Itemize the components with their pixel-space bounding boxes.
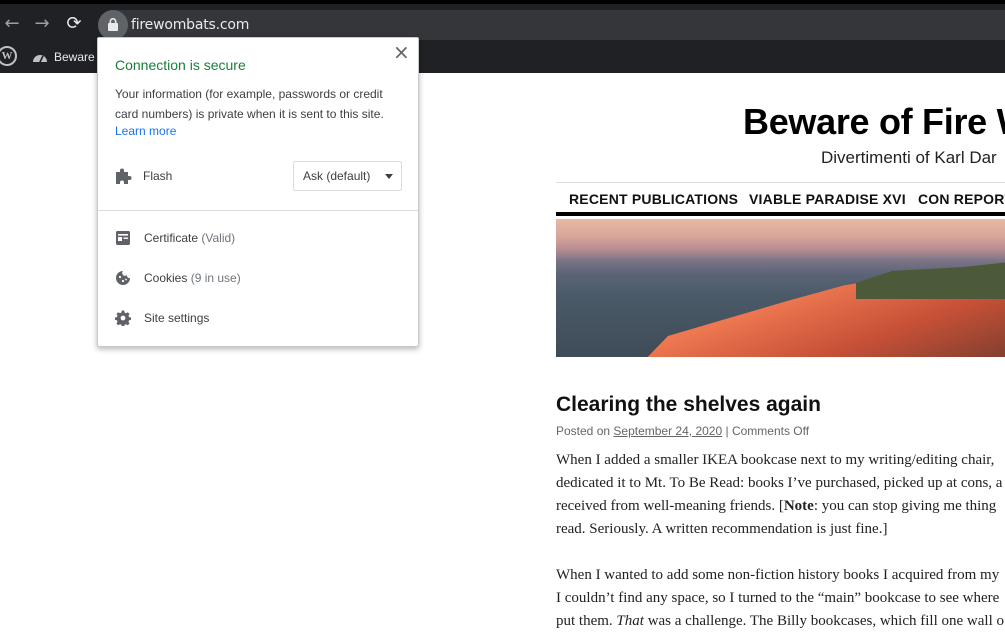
site-settings-label: Site settings bbox=[144, 311, 210, 325]
certificate-row[interactable]: Certificate (Valid) bbox=[98, 227, 418, 251]
site-tagline: Divertimenti of Karl Dar bbox=[821, 148, 997, 167]
body-line: When I wanted to add some non-fiction hi… bbox=[556, 567, 1000, 583]
post-title[interactable]: Clearing the shelves again bbox=[556, 393, 821, 417]
body-text: was a challenge. The Billy bookcases, wh… bbox=[643, 613, 1004, 629]
connection-description: Your information (for example, passwords… bbox=[115, 87, 384, 121]
body-italic: That bbox=[616, 613, 644, 629]
bookmark-label: Beware bbox=[54, 50, 95, 64]
url-text[interactable]: firewombats.com bbox=[131, 17, 249, 33]
body-text: put them. bbox=[556, 613, 617, 629]
flash-permission-select[interactable]: Ask (default) bbox=[293, 161, 402, 191]
body-line: When I added a smaller IKEA bookcase nex… bbox=[556, 452, 995, 468]
forward-arrow-icon: → bbox=[34, 13, 50, 34]
body-line: received from well-meaning friends. [Not… bbox=[556, 495, 1005, 518]
wordpress-icon[interactable]: W bbox=[0, 46, 17, 66]
certificate-status: (Valid) bbox=[201, 231, 236, 245]
body-line: put them. That was a challenge. The Bill… bbox=[556, 610, 1005, 633]
puzzle-icon bbox=[116, 168, 132, 184]
site-settings-row[interactable]: Site settings bbox=[98, 307, 418, 331]
post-comments-status: Comments Off bbox=[731, 424, 810, 438]
body-text: received from well-meaning friends. [ bbox=[556, 498, 784, 514]
lock-icon bbox=[108, 18, 118, 31]
close-icon: × bbox=[393, 40, 410, 64]
connection-status-heading: Connection is secure bbox=[115, 57, 246, 73]
chevron-down-icon bbox=[385, 174, 393, 179]
reload-button[interactable]: ⟳ bbox=[62, 12, 86, 36]
post-meta: Posted on September 24, 2020 | Comments … bbox=[556, 424, 809, 438]
bookmark-beware[interactable]: Beware bbox=[32, 47, 95, 67]
header-image bbox=[556, 219, 1005, 357]
horizon bbox=[556, 257, 1005, 258]
reload-icon: ⟳ bbox=[66, 13, 82, 34]
certificate-text: Certificate bbox=[144, 231, 199, 245]
menu-item-con-report[interactable]: CON REPORT bbox=[918, 191, 1005, 207]
certificate-label: Certificate (Valid) bbox=[144, 231, 235, 245]
permission-row-flash: Flash Ask (default) bbox=[98, 161, 418, 193]
back-arrow-icon: ← bbox=[4, 13, 20, 34]
select-value: Ask (default) bbox=[303, 169, 371, 183]
dashboard-icon bbox=[33, 55, 47, 63]
divider bbox=[98, 210, 418, 211]
site-title[interactable]: Beware of Fire W bbox=[743, 101, 1005, 143]
cliff-vegetation bbox=[856, 259, 1005, 299]
address-bar[interactable]: firewombats.com bbox=[98, 10, 1005, 40]
browser-toolbar: ← → ⟳ firewombats.com bbox=[0, 0, 1005, 40]
body-line: read. Seriously. A written recommendatio… bbox=[556, 521, 888, 537]
site-info-button[interactable] bbox=[98, 10, 128, 40]
page-info-popup: × Connection is secure Your information … bbox=[97, 37, 419, 347]
cookies-row[interactable]: Cookies (9 in use) bbox=[98, 267, 418, 291]
back-button[interactable]: ← bbox=[0, 12, 24, 36]
body-bold-note: Note bbox=[783, 498, 814, 514]
gear-icon bbox=[115, 310, 131, 326]
learn-more-link[interactable]: Learn more bbox=[115, 124, 176, 138]
cookies-count: (9 in use) bbox=[190, 271, 241, 285]
body-line: I couldn’t find any space, so I turned t… bbox=[556, 590, 1000, 606]
body-line: dedicated it to Mt. To Be Read: books I’… bbox=[556, 475, 1003, 491]
close-button[interactable]: × bbox=[393, 40, 410, 64]
post-date-link[interactable]: September 24, 2020 bbox=[613, 424, 722, 438]
post-meta-separator: | bbox=[725, 424, 729, 438]
cookie-icon bbox=[116, 271, 130, 285]
cookies-label: Cookies (9 in use) bbox=[144, 271, 241, 285]
permission-label: Flash bbox=[143, 169, 173, 183]
site-menu: RECENT PUBLICATIONS VIABLE PARADISE XVI … bbox=[556, 182, 1005, 216]
cookies-text: Cookies bbox=[144, 271, 188, 285]
forward-button[interactable]: → bbox=[30, 12, 54, 36]
post-meta-prefix: Posted on bbox=[556, 424, 611, 438]
post-body: When I added a smaller IKEA bookcase nex… bbox=[556, 449, 1005, 633]
menu-item-viable-paradise[interactable]: VIABLE PARADISE XVI bbox=[749, 191, 906, 207]
body-text: : you can stop giving me thing bbox=[813, 498, 997, 514]
menu-item-recent-publications[interactable]: RECENT PUBLICATIONS bbox=[569, 191, 738, 207]
certificate-icon bbox=[116, 231, 130, 245]
